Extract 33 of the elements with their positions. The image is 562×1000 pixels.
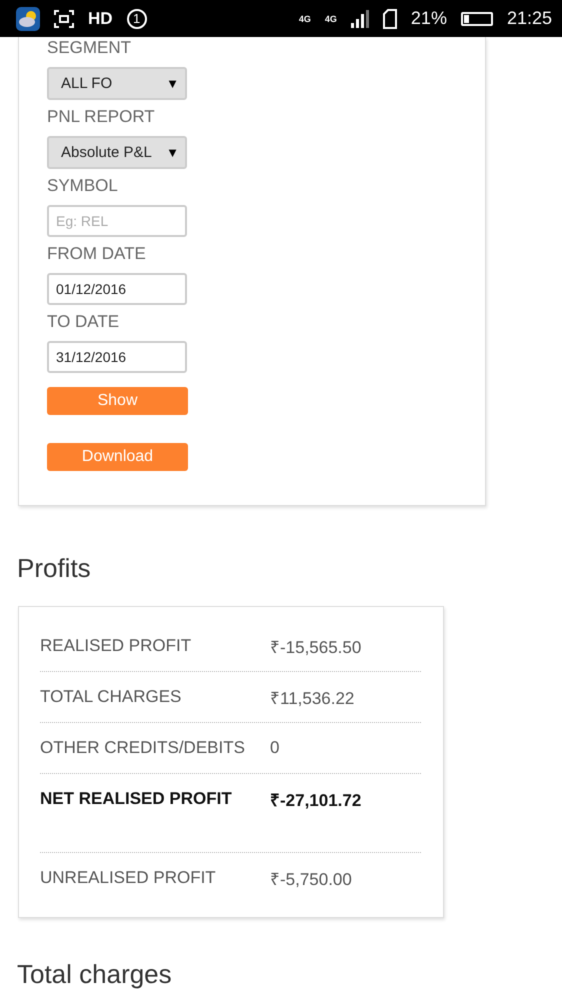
section-title: Profits	[17, 552, 92, 584]
row-label: UNREALISED PROFIT	[40, 868, 217, 888]
section-title: Total charges	[17, 958, 173, 990]
network-label: 4G	[324, 14, 337, 24]
field-label: FROM DATE	[47, 243, 147, 265]
sim-card-icon	[382, 8, 397, 28]
notification-count: 1	[126, 8, 147, 28]
field-label: TO DATE	[47, 311, 120, 333]
row-value: ₹-5,750.00	[270, 868, 352, 890]
weather-app-icon[interactable]	[16, 6, 40, 30]
battery-percentage: 21%	[410, 8, 447, 29]
signal-icon	[350, 10, 369, 28]
dropdown[interactable]: ALL FO ▼	[47, 67, 187, 100]
field-label: SEGMENT	[47, 37, 132, 59]
row-value: ₹11,536.22	[270, 688, 354, 708]
network-label: 4G	[298, 14, 311, 24]
row-label: NET REALISED PROFIT	[40, 789, 233, 809]
row-label: REALISED PROFIT	[40, 636, 192, 656]
row-value: ₹-27,101.72	[270, 790, 362, 810]
dropdown[interactable]: Absolute P&L ▼	[47, 136, 187, 169]
row-label: TOTAL CHARGES	[40, 687, 182, 707]
field-label: SYMBOL	[47, 175, 119, 197]
row-value: 0	[270, 738, 280, 758]
clock-time: 21:25	[506, 8, 552, 29]
hd-call-label: HD	[88, 10, 113, 27]
input-field[interactable]: Eg: REL	[47, 205, 187, 237]
screenshot-icon	[54, 10, 74, 28]
row-value: ₹-15,565.50	[270, 636, 362, 658]
row-label: OTHER CREDITS/DEBITS	[40, 738, 246, 758]
battery-icon	[460, 12, 493, 26]
input-field[interactable]: 01/12/2016	[47, 273, 187, 305]
field-label: PNL REPORT	[47, 106, 156, 128]
input-field[interactable]: 31/12/2016	[47, 341, 187, 373]
